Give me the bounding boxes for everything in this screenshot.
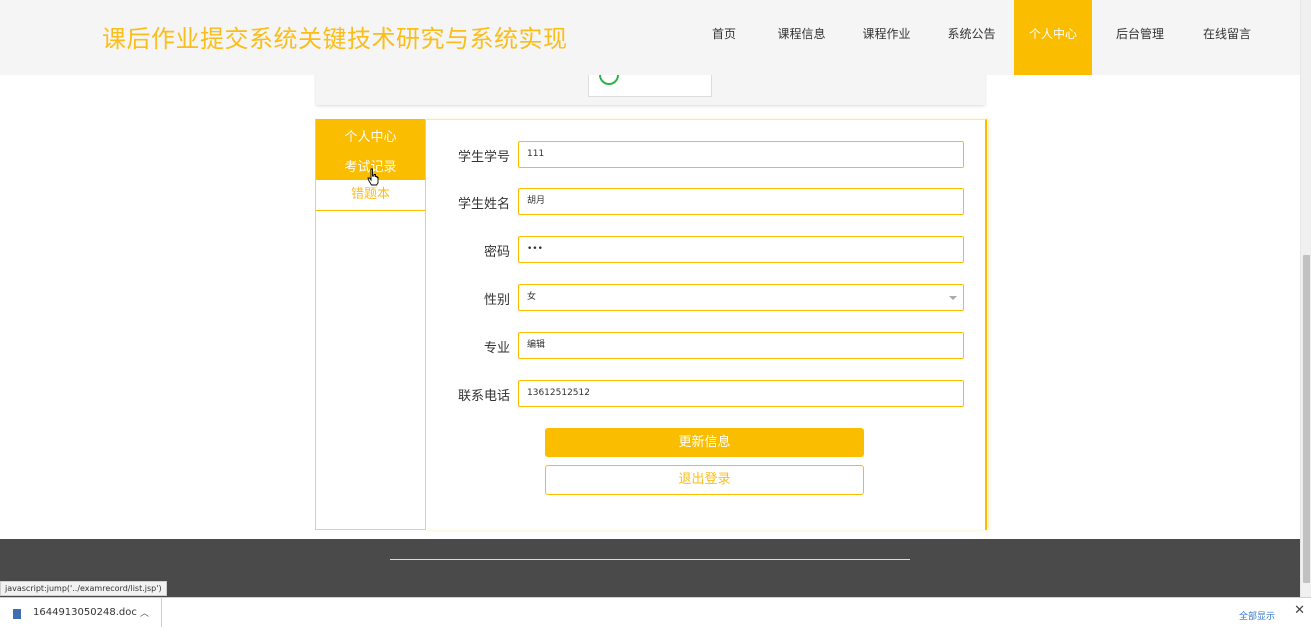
- nav-announcements[interactable]: 系统公告: [929, 0, 1014, 75]
- form-row-major: 专业 编辑: [425, 332, 985, 359]
- page-footer: [0, 539, 1300, 597]
- cursor-hand-icon: [367, 168, 379, 186]
- doc-file-icon: [13, 609, 21, 619]
- status-url: javascript:jump('../examrecord/list.jsp'…: [0, 581, 167, 596]
- page-scrollbar[interactable]: [1300, 0, 1311, 597]
- form-row-student-id: 学生学号 111: [425, 141, 985, 168]
- nav-home[interactable]: 首页: [689, 0, 759, 75]
- phone-label: 联系电话: [457, 389, 510, 404]
- phone-input[interactable]: 13612512512: [518, 380, 964, 407]
- nav-course-info[interactable]: 课程信息: [759, 0, 844, 75]
- site-header: 课后作业提交系统关键技术研究与系统实现 首页 课程信息 课程作业 系统公告 个人…: [0, 0, 1300, 75]
- logout-button[interactable]: 退出登录: [545, 465, 864, 495]
- gender-selected-value: 女: [527, 292, 537, 302]
- student-name-input[interactable]: 胡月: [518, 188, 964, 215]
- update-info-button[interactable]: 更新信息: [545, 428, 864, 457]
- major-input[interactable]: 编辑: [518, 332, 964, 359]
- footer-divider: [390, 559, 910, 560]
- close-icon[interactable]: ✕: [1294, 603, 1305, 618]
- scrollbar-thumb[interactable]: [1303, 255, 1310, 583]
- nav-messages[interactable]: 在线留言: [1188, 0, 1266, 75]
- nav-admin[interactable]: 后台管理: [1092, 0, 1188, 75]
- form-row-student-name: 学生姓名 胡月: [425, 188, 985, 215]
- main-nav: 首页 课程信息 课程作业 系统公告 个人中心 后台管理 在线留言: [689, 0, 1300, 75]
- password-label: 密码: [483, 245, 510, 260]
- site-title: 课后作业提交系统关键技术研究与系统实现: [102, 25, 568, 53]
- caret-down-icon: [949, 296, 957, 300]
- major-label: 专业: [483, 341, 510, 356]
- nav-personal-center[interactable]: 个人中心: [1014, 0, 1092, 75]
- download-file-name: 1644913050248.doc: [33, 607, 137, 618]
- password-input[interactable]: •••: [518, 236, 964, 263]
- chevron-up-icon[interactable]: ︿: [140, 606, 149, 619]
- form-row-phone: 联系电话 13612512512: [425, 380, 985, 407]
- gender-label: 性别: [483, 293, 510, 308]
- gender-select[interactable]: 女: [518, 284, 964, 311]
- sidebar-title: 个人中心: [344, 130, 397, 145]
- student-id-input[interactable]: 111: [518, 141, 964, 168]
- download-item[interactable]: 1644913050248.doc ︿: [0, 598, 162, 627]
- form-row-password: 密码 •••: [425, 236, 985, 263]
- student-id-label: 学生学号: [457, 150, 510, 165]
- profile-form: 学生学号 111 学生姓名 胡月 密码 ••• 性别 女 专业 编辑 联系电话 …: [425, 119, 987, 530]
- download-bar: 1644913050248.doc ︿ 全部显示 ✕: [0, 597, 1311, 627]
- nav-course-homework[interactable]: 课程作业: [844, 0, 929, 75]
- student-name-label: 学生姓名: [457, 197, 510, 212]
- form-row-gender: 性别 女: [425, 284, 985, 311]
- show-all-downloads-link[interactable]: 全部显示: [1239, 609, 1275, 622]
